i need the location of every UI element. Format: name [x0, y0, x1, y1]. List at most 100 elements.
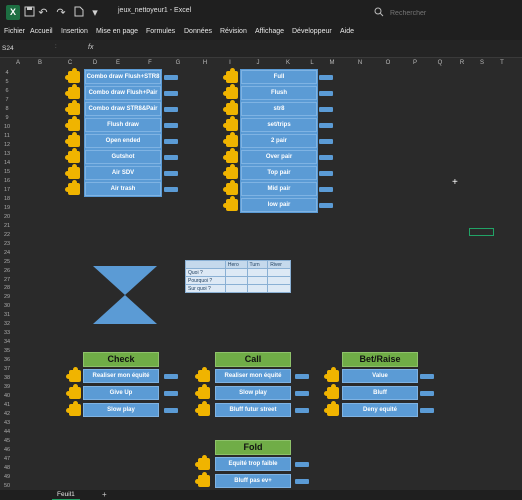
- row-header[interactable]: 8: [0, 105, 14, 114]
- menu-insertion[interactable]: Insertion: [61, 28, 88, 35]
- mini-table-cell[interactable]: [267, 268, 291, 277]
- call-option-button[interactable]: Bluff futur street: [215, 403, 291, 417]
- mini-table-cell[interactable]: [224, 276, 248, 285]
- link-tab-indicator[interactable]: [319, 171, 333, 176]
- mini-table-cell[interactable]: [246, 284, 269, 293]
- column-header[interactable]: G: [171, 58, 185, 68]
- mini-table-cell[interactable]: Pourquoi ?: [185, 276, 226, 285]
- row-header[interactable]: 17: [0, 186, 14, 195]
- check-option-button[interactable]: Realiser mon équité: [83, 369, 159, 383]
- made-hand-button[interactable]: Mid pair: [241, 182, 317, 196]
- link-tab-indicator[interactable]: [164, 408, 178, 413]
- mini-table-header[interactable]: River: [267, 260, 291, 269]
- mini-table-cell[interactable]: [246, 276, 269, 285]
- column-header[interactable]: J: [251, 58, 265, 68]
- row-header[interactable]: 45: [0, 437, 14, 446]
- link-tab-indicator[interactable]: [164, 123, 178, 128]
- made-hand-button[interactable]: Over pair: [241, 150, 317, 164]
- link-tab-indicator[interactable]: [164, 187, 178, 192]
- row-header[interactable]: 23: [0, 240, 14, 249]
- link-tab-indicator[interactable]: [295, 479, 309, 484]
- row-header[interactable]: 49: [0, 473, 14, 482]
- row-header[interactable]: 21: [0, 222, 14, 231]
- fold-option-button[interactable]: Equité trop faible: [215, 457, 291, 471]
- row-header[interactable]: 42: [0, 410, 14, 419]
- menu-affichage[interactable]: Affichage: [255, 28, 284, 35]
- link-tab-indicator[interactable]: [420, 374, 434, 379]
- link-tab-indicator[interactable]: [164, 107, 178, 112]
- mini-table-cell[interactable]: Quoi ?: [185, 268, 226, 277]
- row-header[interactable]: 27: [0, 276, 14, 285]
- link-tab-indicator[interactable]: [164, 374, 178, 379]
- link-tab-indicator[interactable]: [319, 187, 333, 192]
- row-header[interactable]: 15: [0, 168, 14, 177]
- mini-table-cell[interactable]: [224, 268, 248, 277]
- column-header[interactable]: I: [223, 58, 237, 68]
- link-tab-indicator[interactable]: [164, 155, 178, 160]
- column-header[interactable]: B: [33, 58, 47, 68]
- row-header[interactable]: 14: [0, 159, 14, 168]
- row-header[interactable]: 39: [0, 383, 14, 392]
- hourglass-shape[interactable]: [93, 266, 157, 324]
- row-header[interactable]: 38: [0, 374, 14, 383]
- row-header[interactable]: 10: [0, 123, 14, 132]
- fold-option-button[interactable]: Bluff pas ev+: [215, 474, 291, 488]
- column-header[interactable]: L: [305, 58, 319, 68]
- row-header[interactable]: 46: [0, 446, 14, 455]
- link-tab-indicator[interactable]: [319, 91, 333, 96]
- add-sheet-button[interactable]: +: [102, 490, 107, 500]
- menu-fichier[interactable]: Fichier: [4, 28, 25, 35]
- column-header[interactable]: H: [198, 58, 212, 68]
- fx-icon[interactable]: fx: [88, 44, 93, 51]
- row-header[interactable]: 16: [0, 177, 14, 186]
- link-tab-indicator[interactable]: [295, 391, 309, 396]
- made-hand-button[interactable]: Full: [241, 70, 317, 84]
- row-header[interactable]: 37: [0, 365, 14, 374]
- link-tab-indicator[interactable]: [164, 171, 178, 176]
- row-header[interactable]: 13: [0, 150, 14, 159]
- undo-icon[interactable]: ↶: [36, 6, 50, 20]
- redo-icon[interactable]: ↷: [54, 6, 68, 20]
- link-tab-indicator[interactable]: [164, 139, 178, 144]
- mini-table-cell[interactable]: Sur quoi ?: [185, 284, 226, 293]
- row-header[interactable]: 20: [0, 213, 14, 222]
- column-header[interactable]: K: [281, 58, 295, 68]
- mini-table-cell[interactable]: [267, 276, 291, 285]
- mini-table-cell[interactable]: [267, 284, 291, 293]
- row-header[interactable]: 44: [0, 428, 14, 437]
- row-header[interactable]: 33: [0, 329, 14, 338]
- bet-header[interactable]: Bet/Raise: [342, 352, 418, 367]
- link-tab-indicator[interactable]: [319, 75, 333, 80]
- menu-aide[interactable]: Aide: [340, 28, 354, 35]
- sheet-tab-feuil1[interactable]: Feuil1: [52, 490, 80, 500]
- name-box-dropdown[interactable]: :: [55, 44, 57, 50]
- link-tab-indicator[interactable]: [319, 203, 333, 208]
- call-header[interactable]: Call: [215, 352, 291, 367]
- call-option-button[interactable]: Slow play: [215, 386, 291, 400]
- made-hand-button[interactable]: 2 pair: [241, 134, 317, 148]
- row-header[interactable]: 34: [0, 338, 14, 347]
- row-header[interactable]: 32: [0, 320, 14, 329]
- link-tab-indicator[interactable]: [319, 139, 333, 144]
- made-hand-button[interactable]: low pair: [241, 198, 317, 212]
- made-hand-button[interactable]: Top pair: [241, 166, 317, 180]
- link-tab-indicator[interactable]: [319, 107, 333, 112]
- link-tab-indicator[interactable]: [295, 408, 309, 413]
- save-icon[interactable]: [22, 6, 36, 20]
- link-tab-indicator[interactable]: [319, 155, 333, 160]
- fold-header[interactable]: Fold: [215, 440, 291, 455]
- check-option-button[interactable]: Slow play: [83, 403, 159, 417]
- row-header[interactable]: 6: [0, 87, 14, 96]
- column-header[interactable]: M: [325, 58, 339, 68]
- column-header[interactable]: F: [143, 58, 157, 68]
- row-header[interactable]: 36: [0, 356, 14, 365]
- column-header[interactable]: R: [455, 58, 469, 68]
- name-box[interactable]: S24: [2, 45, 50, 56]
- menu-mise-en-page[interactable]: Mise en page: [96, 28, 138, 35]
- column-header[interactable]: S: [475, 58, 489, 68]
- mini-table-header[interactable]: [185, 260, 226, 269]
- customize-toolbar-icon[interactable]: ▾: [88, 6, 102, 20]
- column-header[interactable]: P: [408, 58, 422, 68]
- row-header[interactable]: 41: [0, 401, 14, 410]
- hand-type-button[interactable]: Air trash: [85, 182, 161, 196]
